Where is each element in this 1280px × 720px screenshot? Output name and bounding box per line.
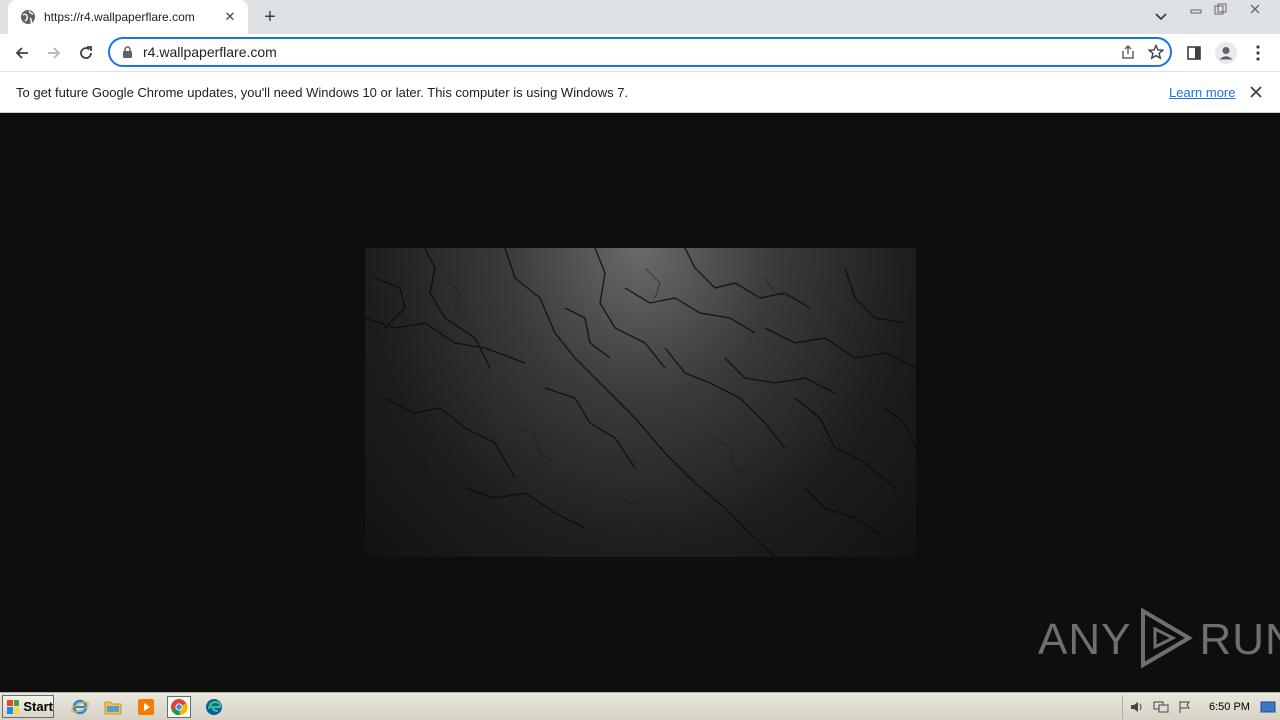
system-tray: 6:50 PM xyxy=(1122,695,1280,719)
infobar-close-icon[interactable] xyxy=(1246,82,1266,102)
minimize-button[interactable] xyxy=(1183,0,1209,18)
edge-icon[interactable] xyxy=(202,696,226,718)
play-logo-icon xyxy=(1135,607,1195,674)
wallpaper-image[interactable] xyxy=(365,248,916,557)
watermark-text-right: RUN xyxy=(1199,615,1280,664)
watermark-text-left: ANY xyxy=(1038,615,1132,664)
start-button[interactable]: Start xyxy=(2,695,54,718)
show-desktop-icon[interactable] xyxy=(1259,699,1277,715)
forward-button[interactable] xyxy=(41,40,67,66)
back-button[interactable] xyxy=(9,40,35,66)
media-player-icon[interactable] xyxy=(134,696,158,718)
menu-kebab-icon[interactable] xyxy=(1244,39,1272,67)
start-label: Start xyxy=(23,699,53,714)
reload-button[interactable] xyxy=(73,40,99,66)
browser-tab[interactable]: https://r4.wallpaperflare.com ✕ xyxy=(8,0,248,34)
restore-button[interactable] xyxy=(1208,0,1234,18)
learn-more-link[interactable]: Learn more xyxy=(1169,85,1235,100)
chrome-icon[interactable] xyxy=(167,696,191,718)
browser-toolbar: r4.wallpaperflare.com xyxy=(0,34,1280,71)
share-icon[interactable] xyxy=(1114,39,1142,65)
url-text[interactable]: r4.wallpaperflare.com xyxy=(143,44,1114,60)
page-content: ANY RUN xyxy=(0,113,1280,692)
infobar-message: To get future Google Chrome updates, you… xyxy=(16,84,629,100)
tab-strip: https://r4.wallpaperflare.com ✕ + xyxy=(0,0,1280,34)
side-panel-icon[interactable] xyxy=(1180,39,1208,67)
close-window-button[interactable] xyxy=(1242,0,1268,18)
internet-explorer-icon[interactable] xyxy=(68,696,92,718)
action-center-flag-icon[interactable] xyxy=(1176,699,1194,715)
new-tab-button[interactable]: + xyxy=(258,5,282,29)
globe-icon xyxy=(20,9,36,25)
network-icon[interactable] xyxy=(1152,699,1170,715)
tab-close-icon[interactable]: ✕ xyxy=(222,9,238,25)
tab-title: https://r4.wallpaperflare.com xyxy=(44,10,195,24)
lock-icon[interactable] xyxy=(120,45,134,59)
bookmark-star-icon[interactable] xyxy=(1142,39,1170,65)
tab-search-chevron-icon[interactable] xyxy=(1150,7,1172,27)
address-bar[interactable]: r4.wallpaperflare.com xyxy=(108,37,1172,67)
windows-taskbar: Start 6:50 PM xyxy=(0,692,1280,720)
update-infobar: To get future Google Chrome updates, you… xyxy=(0,71,1280,113)
profile-avatar-icon[interactable] xyxy=(1212,39,1240,67)
anyrun-watermark: ANY RUN xyxy=(1038,607,1280,674)
clock[interactable]: 6:50 PM xyxy=(1209,701,1250,713)
windows-logo-icon xyxy=(7,699,20,714)
volume-icon[interactable] xyxy=(1128,699,1146,715)
file-explorer-icon[interactable] xyxy=(101,696,125,718)
